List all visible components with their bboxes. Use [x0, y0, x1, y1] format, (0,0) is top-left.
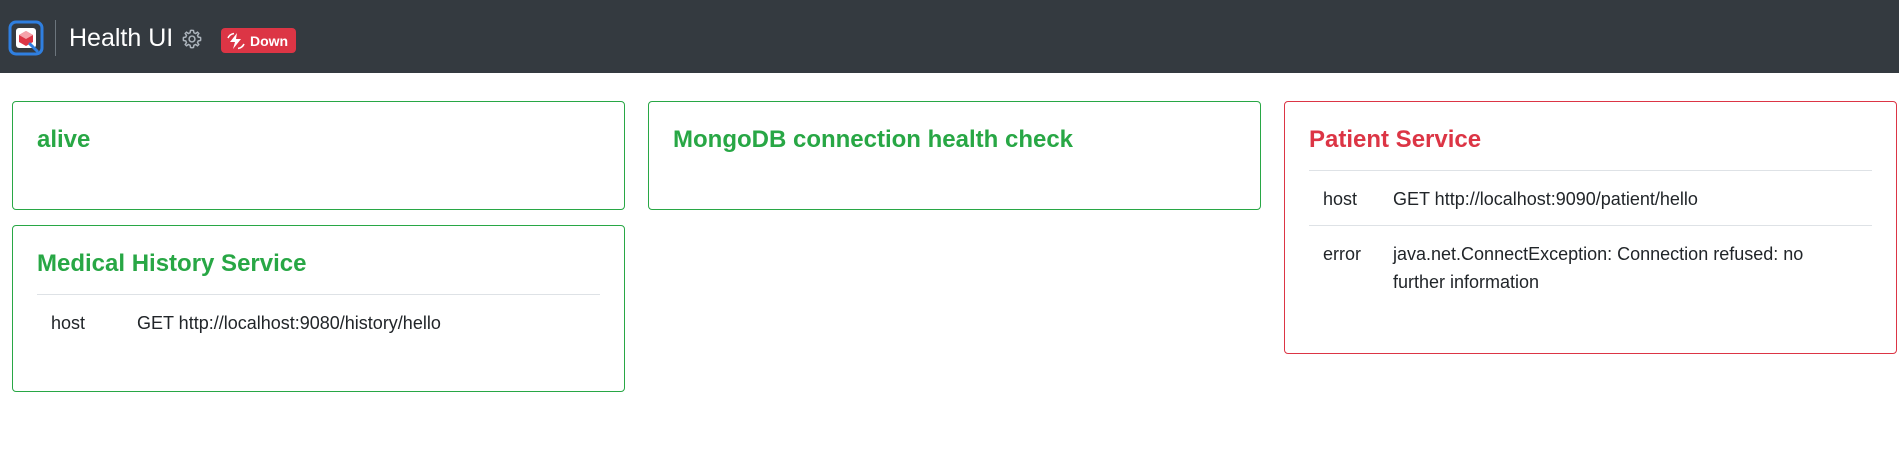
health-check-title: Patient Service	[1309, 124, 1872, 171]
health-check-details: host GET http://localhost:9080/history/h…	[37, 295, 600, 349]
detail-value: GET http://localhost:9080/history/hello	[137, 313, 441, 333]
app-title[interactable]: Health UI	[69, 22, 173, 54]
table-row: error java.net.ConnectException: Connect…	[1309, 225, 1872, 308]
health-check-title: Medical History Service	[37, 248, 600, 295]
detail-key: error	[1309, 225, 1379, 308]
status-badge-label: Down	[250, 32, 289, 49]
gear-icon[interactable]	[181, 28, 203, 50]
health-check-card-medical-history-service: Medical History Service host GET http://…	[12, 225, 625, 392]
health-check-card-alive: alive	[12, 101, 625, 210]
app-logo-icon[interactable]	[8, 20, 44, 56]
detail-key: host	[51, 313, 86, 333]
health-check-title: alive	[37, 126, 91, 153]
health-check-details: host GET http://localhost:9090/patient/h…	[1309, 171, 1872, 308]
health-check-title: MongoDB connection health check	[673, 126, 1074, 153]
detail-key: host	[1323, 189, 1358, 209]
navbar-divider	[55, 20, 56, 56]
health-check-card-mongodb: MongoDB connection health check	[648, 101, 1261, 210]
detail-value: GET http://localhost:9090/patient/hello	[1393, 189, 1698, 209]
detail-value: java.net.ConnectException: Connection re…	[1379, 225, 1872, 308]
navbar: Health UI Down	[0, 0, 1899, 73]
table-row: host GET http://localhost:9080/history/h…	[37, 295, 600, 349]
lightning-icon	[227, 32, 245, 49]
table-row: host GET http://localhost:9090/patient/h…	[1309, 171, 1872, 226]
health-check-card-patient-service: Patient Service host GET http://localhos…	[1284, 101, 1897, 354]
status-badge: Down	[221, 28, 297, 53]
